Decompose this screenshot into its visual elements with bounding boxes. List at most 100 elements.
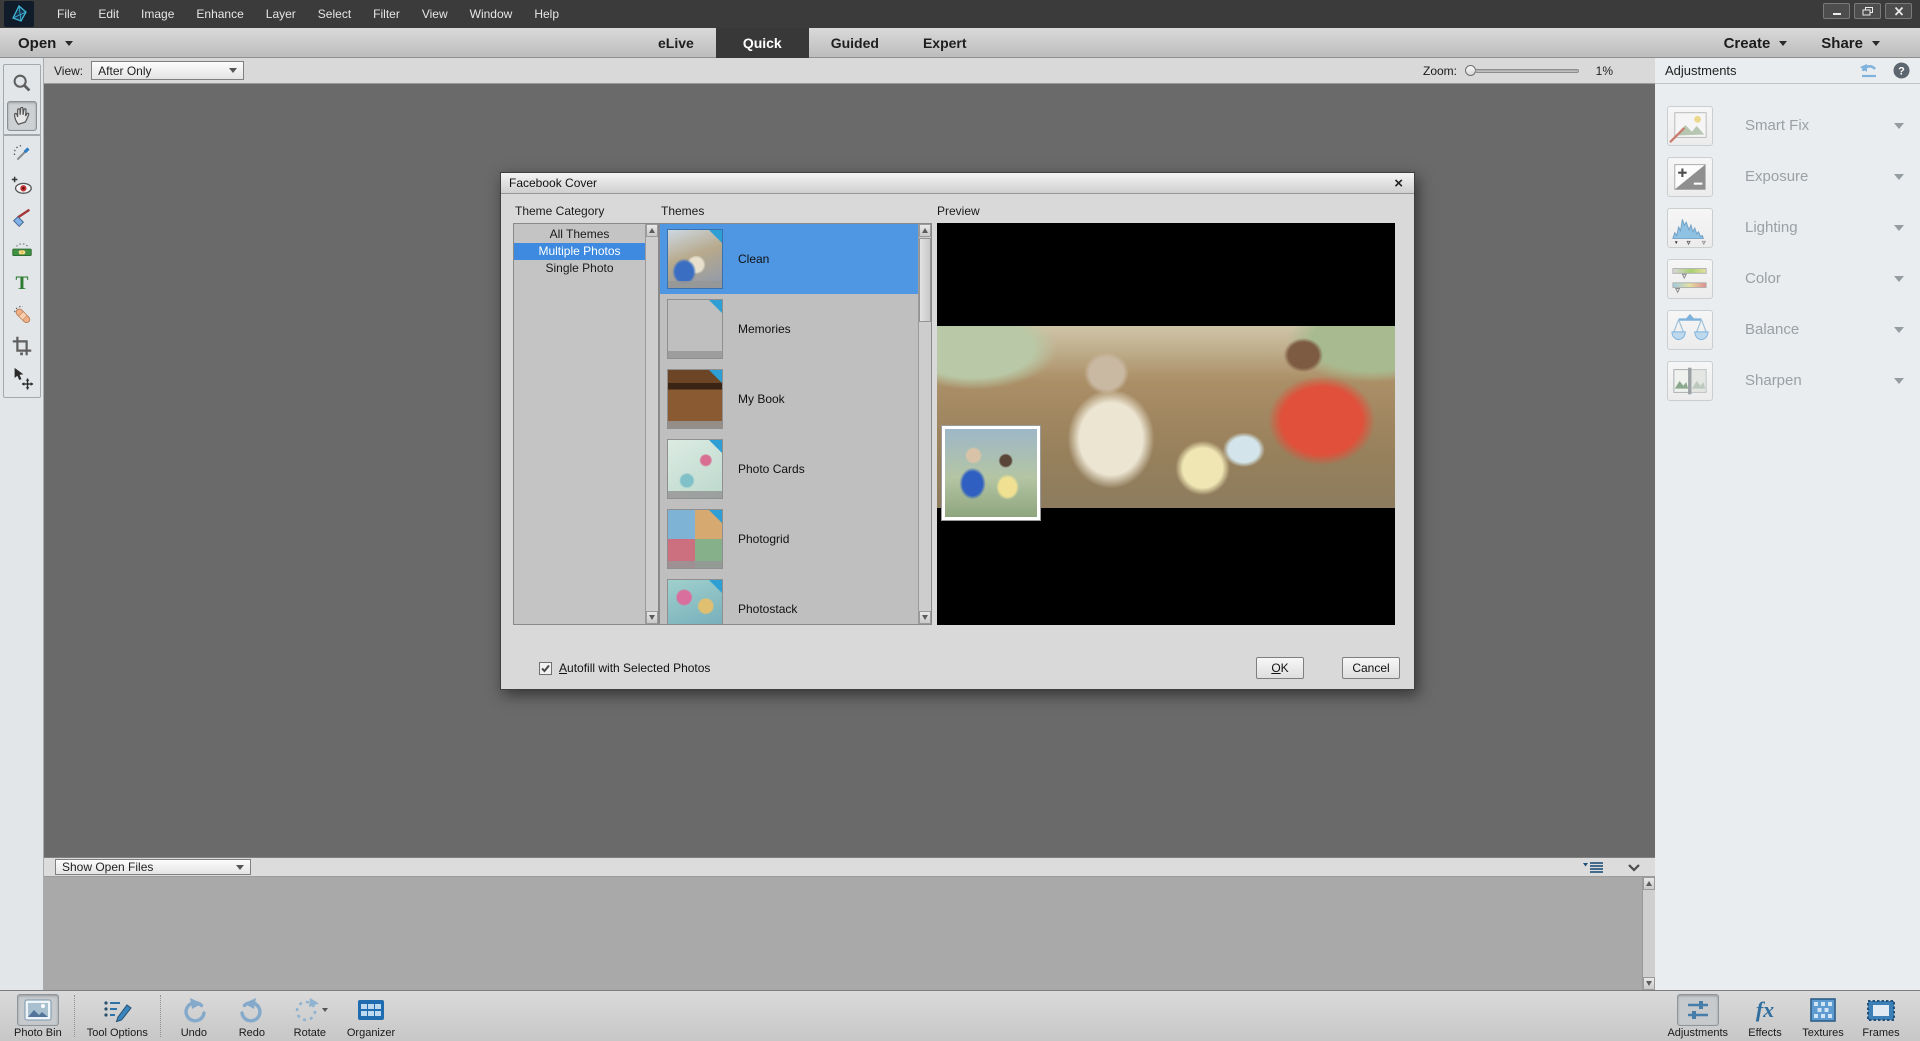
- chevron-down-icon[interactable]: [1894, 225, 1904, 231]
- theme-name: Clean: [738, 252, 769, 266]
- hand-tool-icon[interactable]: [7, 101, 37, 131]
- adjustment-label: Smart Fix: [1745, 117, 1809, 134]
- autofill-option[interactable]: Autofill with Selected Photos: [539, 661, 710, 675]
- menu-help[interactable]: Help: [523, 0, 570, 28]
- scroll-down-icon[interactable]: [1643, 977, 1655, 990]
- spot-healing-brush-tool-icon[interactable]: [7, 299, 37, 329]
- theme-photo-cards[interactable]: Photo Cards: [660, 434, 918, 504]
- frames-button[interactable]: Frames: [1852, 991, 1910, 1039]
- scroll-down-icon[interactable]: [646, 611, 658, 624]
- menu-image[interactable]: Image: [130, 0, 185, 28]
- chevron-down-icon[interactable]: [1894, 123, 1904, 129]
- open-button[interactable]: Open: [18, 28, 73, 58]
- theme-my-book[interactable]: My Book: [660, 364, 918, 434]
- scroll-up-icon[interactable]: [919, 224, 931, 237]
- menu-view[interactable]: View: [411, 0, 459, 28]
- chevron-down-icon[interactable]: [1894, 327, 1904, 333]
- effects-button[interactable]: fx Effects: [1736, 991, 1794, 1039]
- panel-menu-icon[interactable]: [1583, 861, 1605, 873]
- close-button[interactable]: [1885, 3, 1912, 19]
- chevron-down-icon[interactable]: [1894, 174, 1904, 180]
- scroll-up-icon[interactable]: [646, 224, 658, 237]
- ok-button[interactable]: OK: [1256, 657, 1304, 679]
- effects-icon: fx: [1744, 994, 1786, 1026]
- adjustment-exposure[interactable]: Exposure: [1667, 151, 1920, 202]
- menu-file[interactable]: File: [46, 0, 87, 28]
- scroll-up-icon[interactable]: [1643, 877, 1655, 890]
- share-button[interactable]: Share: [1821, 35, 1880, 52]
- help-icon[interactable]: ?: [1893, 62, 1910, 79]
- category-single-photo[interactable]: Single Photo: [514, 260, 645, 277]
- view-dropdown[interactable]: After Only: [91, 61, 244, 80]
- show-open-files-dropdown[interactable]: Show Open Files: [55, 859, 251, 875]
- menu-enhance[interactable]: Enhance: [185, 0, 254, 28]
- taskbar-label: Organizer: [347, 1027, 395, 1039]
- scroll-down-icon[interactable]: [919, 611, 931, 624]
- straighten-tool-icon[interactable]: [7, 235, 37, 265]
- create-button[interactable]: Create: [1724, 35, 1788, 52]
- cancel-button[interactable]: Cancel: [1342, 657, 1400, 679]
- adjustment-lighting[interactable]: Lighting: [1667, 202, 1920, 253]
- themes-list: Clean Memories My Book Photo Cards Photo…: [659, 223, 932, 625]
- options-bar: View: After Only Zoom: 1%: [44, 58, 1655, 84]
- theme-photogrid[interactable]: Photogrid: [660, 504, 918, 574]
- chevron-down-icon: [65, 41, 73, 46]
- menu-window[interactable]: Window: [459, 0, 524, 28]
- rotate-button[interactable]: Rotate: [281, 991, 339, 1039]
- theme-clean[interactable]: Clean: [660, 224, 918, 294]
- move-tool-icon[interactable]: [7, 363, 37, 393]
- menu-select[interactable]: Select: [307, 0, 362, 28]
- undo-button[interactable]: Undo: [165, 991, 223, 1039]
- taskbar-label: Frames: [1862, 1027, 1899, 1039]
- textures-button[interactable]: Textures: [1794, 991, 1852, 1039]
- smart-fix-icon: [1667, 106, 1713, 146]
- dialog-close-icon[interactable]: ×: [1391, 176, 1406, 191]
- zoom-slider-track[interactable]: [1475, 69, 1579, 73]
- menu-filter[interactable]: Filter: [362, 0, 411, 28]
- adjustments-panel-title: Adjustments: [1665, 63, 1737, 78]
- category-all-themes[interactable]: All Themes: [514, 226, 645, 243]
- photo-bin-scrollbar[interactable]: [1642, 877, 1655, 990]
- minimize-button[interactable]: [1823, 3, 1850, 19]
- adjustment-sharpen[interactable]: Sharpen: [1667, 355, 1920, 406]
- chevron-down-icon[interactable]: [1894, 378, 1904, 384]
- reset-panel-icon[interactable]: [1859, 62, 1879, 79]
- tab-guided[interactable]: Guided: [809, 28, 901, 58]
- scrollbar-thumb[interactable]: [919, 238, 931, 322]
- themes-scrollbar[interactable]: [918, 224, 931, 624]
- category-scrollbar[interactable]: [645, 224, 658, 624]
- tab-quick[interactable]: Quick: [716, 28, 809, 58]
- window-controls: [1823, 3, 1912, 19]
- redo-button[interactable]: Redo: [223, 991, 281, 1039]
- taskbar-label: Rotate: [294, 1027, 326, 1039]
- red-eye-removal-tool-icon[interactable]: [7, 171, 37, 201]
- theme-memories[interactable]: Memories: [660, 294, 918, 364]
- chevron-down-icon[interactable]: [1894, 276, 1904, 282]
- collapse-chevron-icon[interactable]: [1627, 863, 1641, 872]
- organizer-button[interactable]: Organizer: [339, 991, 403, 1039]
- tab-elive[interactable]: eLive: [636, 28, 716, 58]
- photo-bin-icon: [17, 994, 59, 1026]
- photo-bin-content: [44, 877, 1655, 990]
- adjustment-color[interactable]: Color: [1667, 253, 1920, 304]
- chevron-down-icon: [229, 68, 237, 73]
- category-multiple-photos[interactable]: Multiple Photos: [514, 243, 645, 260]
- adjustment-smart-fix[interactable]: Smart Fix: [1667, 100, 1920, 151]
- menu-layer[interactable]: Layer: [255, 0, 307, 28]
- zoom-tool-icon[interactable]: [7, 69, 37, 99]
- restore-button[interactable]: [1854, 3, 1881, 19]
- photo-bin-button[interactable]: Photo Bin: [6, 991, 70, 1039]
- dialog-title-bar[interactable]: Facebook Cover ×: [501, 173, 1414, 194]
- adjustments-button[interactable]: Adjustments: [1659, 991, 1736, 1039]
- tool-options-button[interactable]: Tool Options: [79, 991, 156, 1039]
- whiten-teeth-tool-icon[interactable]: [7, 203, 37, 233]
- theme-photostack[interactable]: Photostack: [660, 574, 918, 625]
- menu-edit[interactable]: Edit: [87, 0, 130, 28]
- adjustment-balance[interactable]: Balance: [1667, 304, 1920, 355]
- quick-selection-tool-icon[interactable]: [7, 139, 37, 169]
- autofill-checkbox[interactable]: [539, 662, 552, 675]
- frames-icon: [1860, 994, 1902, 1026]
- tab-expert[interactable]: Expert: [901, 28, 989, 58]
- type-tool-icon[interactable]: T: [7, 267, 37, 297]
- crop-tool-icon[interactable]: [7, 331, 37, 361]
